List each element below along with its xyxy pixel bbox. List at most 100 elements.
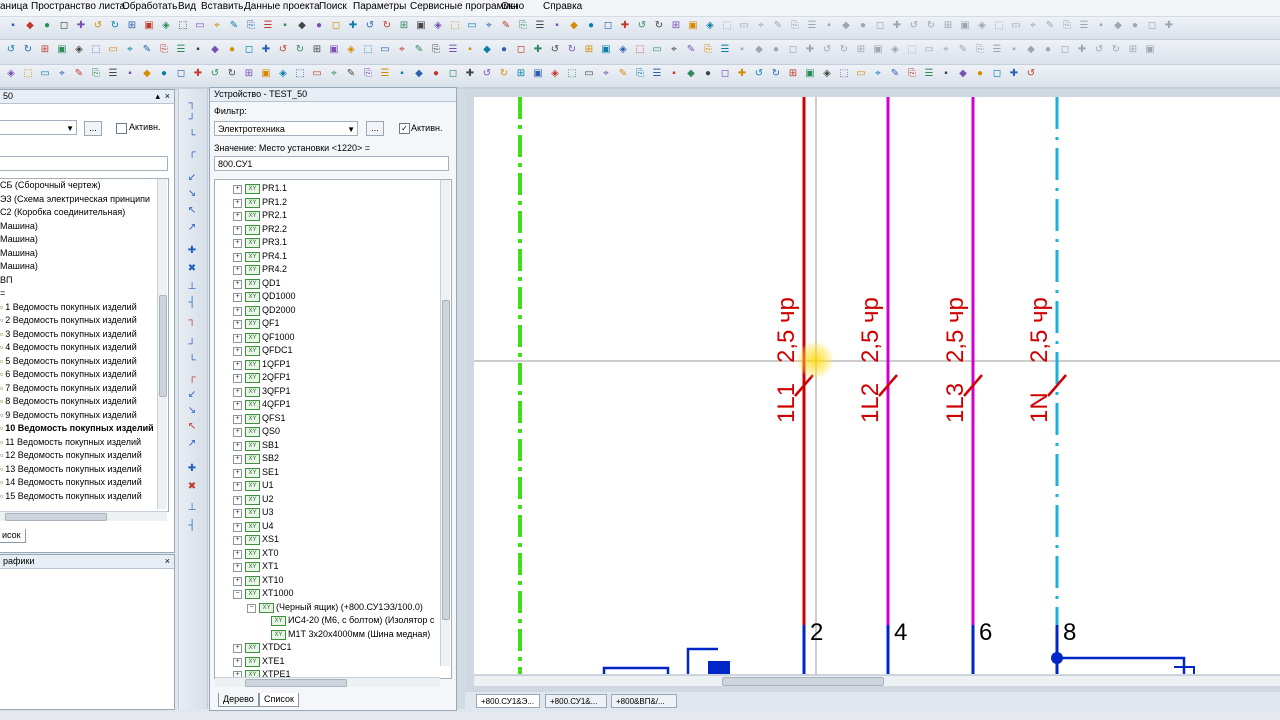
toolbar-tool-icon[interactable]: ◈ [72, 43, 86, 57]
toolbar-tool-icon[interactable]: ● [429, 67, 443, 81]
toolbar-tool-icon[interactable]: ◻ [786, 43, 800, 57]
project-tree-item[interactable]: ▫ 2 Ведомость покупных изделий [0, 314, 137, 327]
toolbar-tool-icon[interactable]: ☰ [650, 67, 664, 81]
project-tree-item[interactable]: Машина) [0, 247, 38, 260]
toolbar-tool-icon[interactable]: ▪ [939, 67, 953, 81]
drawing-tool-icon[interactable]: ✖ [185, 480, 199, 494]
project-filter-select[interactable]: ▼ [0, 120, 77, 135]
device-tree-item[interactable]: + XY PR2.2 [215, 223, 441, 236]
toolbar-tool-icon[interactable]: ✎ [227, 19, 241, 33]
expand-icon[interactable]: + [233, 333, 242, 343]
toolbar-tool-icon[interactable]: ✎ [888, 67, 902, 81]
toolbar-tool-icon[interactable]: ▭ [310, 67, 324, 81]
window-tab-3[interactable]: +800&ВП&/... [611, 694, 677, 708]
toolbar-tool-icon[interactable]: ⌖ [482, 19, 496, 33]
toolbar-tool-icon[interactable]: ⎘ [429, 43, 443, 57]
device-tree-item[interactable]: + XY QF1000 [215, 331, 441, 344]
expand-icon[interactable]: + [233, 252, 242, 262]
toolbar-tool-icon[interactable]: ▭ [193, 19, 207, 33]
toolbar-tool-icon[interactable]: ▣ [599, 43, 613, 57]
toolbar-tool-icon[interactable]: ⎘ [157, 43, 171, 57]
expand-icon[interactable]: − [233, 590, 242, 599]
toolbar-tool-icon[interactable]: ▣ [1143, 43, 1157, 57]
device-tree-item[interactable]: + XY PR2.1 [215, 209, 441, 222]
toolbar-tool-icon[interactable]: ▣ [259, 67, 273, 81]
toolbar-tool-icon[interactable]: ⊞ [397, 19, 411, 33]
toolbar-tool-icon[interactable]: ✚ [1162, 19, 1176, 33]
project-tree-item[interactable]: = [0, 287, 5, 300]
drawing-canvas[interactable]: 2,5 чр 1L1 2 2,5 чр 1L2 4 2,5 чр 1L3 6 2,5 чр 1N 8 [474, 97, 1280, 674]
device-tree-item[interactable]: + XY QD1000 [215, 290, 441, 303]
toolbar-tool-icon[interactable]: ◻ [174, 67, 188, 81]
project-tree-item[interactable]: ▫ 13 Ведомость покупных изделий [0, 463, 142, 476]
toolbar-tool-icon[interactable]: ▣ [531, 67, 545, 81]
device-tree-item[interactable]: + XY XTE1 [215, 655, 441, 668]
scroll-thumb[interactable] [245, 679, 347, 687]
menu-item-0[interactable]: аница [0, 1, 28, 12]
toolbar-tool-icon[interactable]: ☰ [106, 67, 120, 81]
expand-icon[interactable]: + [233, 239, 242, 248]
menu-item-7[interactable]: Параметры [353, 1, 406, 12]
device-tree-item[interactable]: − XY XT1000 [215, 587, 441, 600]
expand-icon[interactable]: + [233, 509, 242, 518]
toolbar-tool-icon[interactable]: ⌖ [1026, 19, 1040, 33]
expand-icon[interactable]: + [233, 266, 242, 275]
toolbar-tool-icon[interactable]: ✚ [74, 19, 88, 33]
toolbar-tool-icon[interactable]: ◈ [548, 67, 562, 81]
project-tree-item[interactable]: Э3 (Схема электрическая принципи [0, 193, 150, 206]
toolbar-tool-icon[interactable]: ● [769, 43, 783, 57]
toolbar-tool-icon[interactable]: ⎘ [516, 19, 530, 33]
toolbar-tool-icon[interactable]: ⬚ [293, 67, 307, 81]
toolbar-tool-icon[interactable]: ✚ [1007, 67, 1021, 81]
project-tree-item[interactable]: ▫ 7 Ведомость покупных изделий [0, 382, 137, 395]
toolbar-tool-icon[interactable]: ▪ [667, 67, 681, 81]
project-tree-item[interactable]: Машина) [0, 233, 38, 246]
toolbar-tool-icon[interactable]: ◆ [412, 67, 426, 81]
toolbar-tool-icon[interactable]: ◈ [820, 67, 834, 81]
drawing-tool-icon[interactable]: ┘ [185, 113, 199, 127]
toolbar-tool-icon[interactable]: ◈ [888, 43, 902, 57]
toolbar-tool-icon[interactable]: ◻ [446, 67, 460, 81]
toolbar-tool-icon[interactable]: ↻ [924, 19, 938, 33]
toolbar-tool-icon[interactable]: ↺ [276, 43, 290, 57]
device-tree-item[interactable]: + XY PR3.1 [215, 236, 441, 249]
toolbar-tool-icon[interactable]: ● [1128, 19, 1142, 33]
toolbar-tool-icon[interactable]: ☰ [1077, 19, 1091, 33]
expand-icon[interactable]: + [233, 306, 242, 316]
value-input[interactable]: 800.СУ1 [214, 156, 449, 171]
toolbar-tool-icon[interactable]: ✎ [956, 43, 970, 57]
tab-list[interactable]: Список [259, 693, 299, 707]
toolbar-tool-icon[interactable]: ▭ [582, 67, 596, 81]
expand-icon[interactable]: + [233, 576, 242, 586]
drawing-tool-icon[interactable]: ┘ [185, 338, 199, 352]
toolbar-tool-icon[interactable]: ✚ [463, 67, 477, 81]
toolbar-tool-icon[interactable]: ▭ [38, 67, 52, 81]
project-tree-item[interactable]: ▫ 15 Ведомость покупных изделий [0, 490, 142, 503]
project-tree-item[interactable]: ▫ 1 Ведомость покупных изделий [0, 301, 137, 314]
toolbar-tool-icon[interactable]: ◻ [57, 19, 71, 33]
toolbar-tool-icon[interactable]: ▭ [106, 43, 120, 57]
toolbar-tool-icon[interactable]: ◻ [329, 19, 343, 33]
expand-icon[interactable]: + [233, 198, 242, 208]
toolbar-tool-icon[interactable]: ⌖ [667, 43, 681, 57]
toolbar-tool-icon[interactable]: ⊞ [514, 67, 528, 81]
device-tree-item[interactable]: + XY SE1 [215, 466, 441, 479]
device-tree-item[interactable]: + XY 1QFP1 [215, 358, 441, 371]
toolbar-tool-icon[interactable]: ↻ [108, 19, 122, 33]
device-tree-item[interactable]: + XY U4 [215, 520, 441, 533]
toolbar-tool-icon[interactable]: ↺ [363, 19, 377, 33]
toolbar-tool-icon[interactable]: ✚ [735, 67, 749, 81]
toolbar-tool-icon[interactable]: ● [856, 19, 870, 33]
toolbar-tool-icon[interactable]: ◻ [1145, 19, 1159, 33]
toolbar-tool-icon[interactable]: ☰ [922, 67, 936, 81]
toolbar-tool-icon[interactable]: ▪ [735, 43, 749, 57]
close-icon[interactable]: × [165, 555, 170, 568]
expand-icon[interactable]: + [233, 279, 242, 289]
device-tree-item[interactable]: + XY PR1.2 [215, 196, 441, 209]
toolbar-tool-icon[interactable]: ▪ [1007, 43, 1021, 57]
device-tree-item[interactable]: + XY XT10 [215, 574, 441, 587]
toolbar-tool-icon[interactable]: ⊞ [310, 43, 324, 57]
toolbar-tool-icon[interactable]: ↻ [293, 43, 307, 57]
filter-browse-button[interactable]: ... [366, 121, 384, 136]
device-tree-item[interactable]: + XY SB2 [215, 452, 441, 465]
